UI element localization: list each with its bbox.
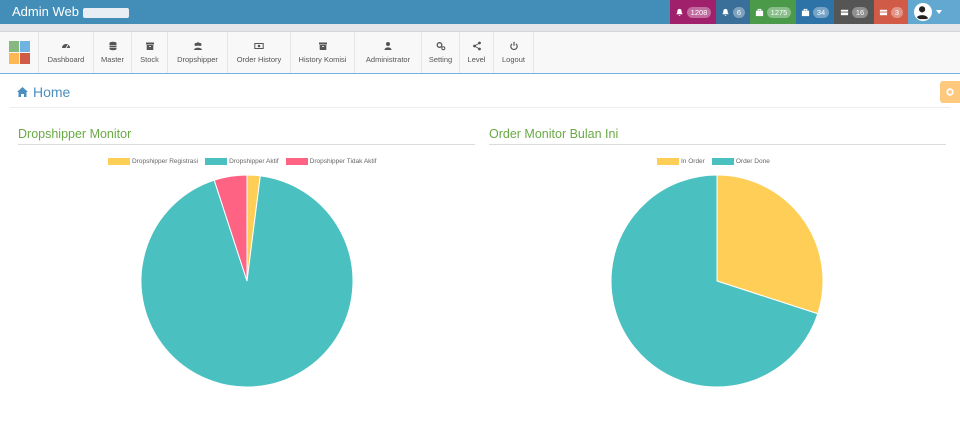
legend-swatch	[108, 158, 130, 165]
legend-label: Dropshipper Tidak Aktif	[309, 158, 377, 165]
notif-count: 3	[890, 6, 904, 18]
menu-master[interactable]: Master	[94, 32, 132, 73]
ace-settings-button[interactable]	[940, 81, 960, 103]
nav-separator	[0, 24, 960, 32]
order-pie-chart	[610, 174, 824, 388]
order-monitor-title: Order Monitor Bulan Ini	[489, 127, 619, 141]
share-icon	[472, 41, 481, 51]
bell-icon	[721, 8, 730, 17]
notif-card[interactable]: 16	[834, 0, 874, 24]
menu-order-history[interactable]: Order History	[228, 32, 291, 73]
notif-bell[interactable]: 6	[716, 0, 750, 24]
card-icon	[879, 8, 888, 17]
dropshipper-monitor-title: Dropshipper Monitor	[18, 127, 132, 141]
notif-count: 1275	[766, 6, 792, 18]
legend-swatch	[657, 158, 679, 165]
user-icon	[384, 42, 392, 50]
database-icon	[109, 41, 116, 51]
money-icon	[254, 43, 264, 49]
users-icon	[193, 42, 202, 50]
notif-count: 34	[812, 6, 830, 18]
archive-icon	[318, 42, 327, 50]
app-title: Admin Web	[12, 4, 79, 19]
briefcase-icon	[755, 8, 764, 17]
legend-swatch	[205, 158, 228, 165]
menu-label: Order History	[236, 55, 282, 64]
legend-label: In Order	[681, 158, 705, 165]
panel-divider	[489, 144, 946, 145]
app-logo[interactable]	[0, 32, 39, 73]
menu-label: Dashboard	[47, 55, 85, 64]
legend-item[interactable]: Dropshipper Registrasi	[108, 158, 198, 165]
notif-bell-alerts[interactable]: 1208	[670, 0, 716, 24]
notif-briefcase-green[interactable]: 1275	[750, 0, 796, 24]
bell-icon	[675, 8, 684, 17]
menu-dropshipper[interactable]: Dropshipper	[168, 32, 228, 73]
legend-swatch	[711, 158, 734, 165]
brand[interactable]: Admin Web	[12, 4, 129, 19]
top-navbar: Admin Web 1208 6 1275 34 16 3	[0, 0, 960, 24]
menu-level[interactable]: Level	[460, 32, 494, 73]
legend-item[interactable]: Dropshipper Tidak Aktif	[285, 158, 377, 165]
legend-swatch	[285, 158, 308, 165]
notif-card-red[interactable]: 3	[874, 0, 908, 24]
user-menu[interactable]	[908, 0, 960, 24]
breadcrumb-divider	[10, 107, 950, 108]
home-icon	[17, 87, 28, 97]
archive-icon	[145, 42, 154, 50]
notif-briefcase[interactable]: 34	[796, 0, 834, 24]
menu-stock[interactable]: Stock	[132, 32, 168, 73]
legend-label: Dropshipper Registrasi	[132, 158, 199, 165]
redacted-brand-name	[82, 7, 129, 18]
card-icon	[840, 8, 849, 17]
dropshipper-legend: Dropshipper Registrasi Dropshipper Aktif…	[108, 158, 379, 165]
breadcrumb-home: Home	[33, 84, 71, 100]
menu-history-komisi[interactable]: History Komisi	[291, 32, 355, 73]
menu-dashboard[interactable]: Dashboard	[39, 32, 94, 73]
notif-count: 6	[732, 6, 746, 18]
menu-label: Dropshipper	[177, 55, 218, 64]
power-icon	[509, 41, 518, 51]
menu-label: Logout	[502, 55, 525, 64]
dropshipper-pie-chart	[140, 174, 354, 388]
menu-label: History Komisi	[298, 55, 347, 64]
notif-count: 16	[851, 6, 869, 18]
breadcrumb[interactable]: Home	[16, 84, 70, 100]
menu-label: Administrator	[365, 55, 411, 64]
tachometer-icon	[62, 44, 70, 49]
menu-label: Level	[467, 55, 486, 64]
menu-label: Master	[101, 55, 124, 64]
order-legend: In Order Order Done	[657, 158, 773, 165]
menu-logout[interactable]: Logout	[494, 32, 534, 73]
main-menu: Dashboard Master Stock Dropshipper Order…	[0, 32, 960, 74]
legend-item[interactable]: Dropshipper Aktif	[205, 158, 279, 165]
menu-label: Stock	[140, 55, 159, 64]
avatar	[914, 3, 932, 21]
legend-label: Order Done	[735, 158, 770, 165]
caret-down-icon	[936, 10, 942, 14]
menu-administrator[interactable]: Administrator	[355, 32, 422, 73]
notif-count: 1208	[686, 6, 712, 18]
legend-label: Dropshipper Aktif	[229, 158, 279, 165]
panel-divider	[18, 144, 475, 145]
legend-item[interactable]: Order Done	[711, 158, 770, 165]
briefcase-icon	[801, 8, 810, 17]
menu-setting[interactable]: Setting	[422, 32, 460, 73]
legend-item[interactable]: In Order	[657, 158, 705, 165]
menu-label: Setting	[428, 55, 453, 64]
gear-icon	[946, 88, 954, 96]
cogs-icon	[436, 42, 445, 51]
grid-logo-icon	[9, 41, 30, 64]
